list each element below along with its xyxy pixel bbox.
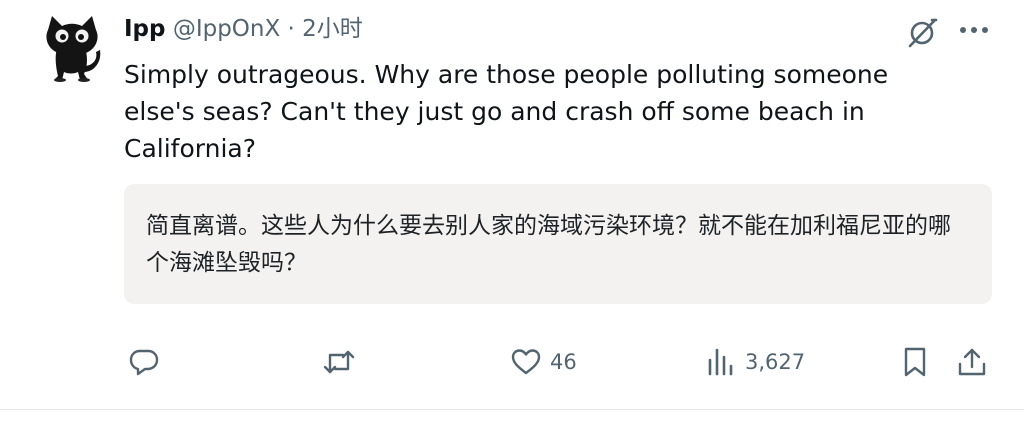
author-name[interactable]: Ipp [124,16,166,42]
divider [0,409,1024,426]
views-count: 3,627 [745,350,806,374]
repost-button[interactable] [322,340,364,384]
grok-icon[interactable] [905,16,939,50]
tweet-card[interactable]: Ipp @IppOnX · 2小时 Simply outrageous. Why… [0,0,1024,426]
avatar[interactable] [44,10,106,82]
translation-text: 简直离谱。这些人为什么要去别人家的海域污染环境？就不能在加利福尼亚的哪个海滩坠毁… [146,213,951,276]
reply-button[interactable] [128,340,168,384]
like-button[interactable]: 46 [510,340,577,384]
black-cat-icon [46,16,101,82]
share-button[interactable] [956,340,988,384]
tweet-time[interactable]: 2小时 [302,16,363,42]
action-bar: 46 3,627 [0,340,1024,384]
like-count: 46 [550,350,577,374]
bookmark-icon [904,347,926,377]
share-icon [958,348,986,376]
views-button[interactable]: 3,627 [705,340,805,384]
separator-dot: · [287,16,295,42]
more-icon[interactable] [954,14,994,46]
tweet-text: Simply outrageous. Why are those people … [124,60,889,163]
bookmark-button[interactable] [899,340,931,384]
reply-icon [129,349,159,376]
tweet-header: Ipp @IppOnX · 2小时 [124,14,363,44]
author-handle[interactable]: @IppOnX [173,16,280,42]
repost-icon [323,350,355,374]
heart-icon [511,349,541,375]
translation-box: 简直离谱。这些人为什么要去别人家的海域污染环境？就不能在加利福尼亚的哪个海滩坠毁… [124,184,992,304]
views-icon [708,348,733,376]
